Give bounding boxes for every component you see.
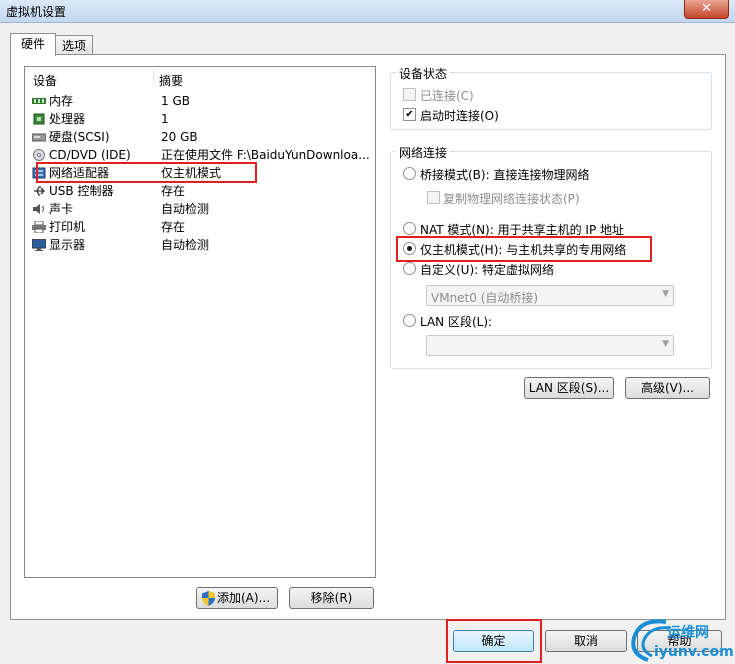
highlight-network-adapter bbox=[36, 162, 257, 183]
device-summary: 存在 bbox=[161, 220, 186, 234]
processor-icon bbox=[33, 113, 45, 125]
watermark-text: 运维网 bbox=[667, 625, 709, 641]
device-name: 硬盘(SCSI) bbox=[49, 130, 110, 144]
printer-icon bbox=[32, 221, 46, 233]
close-button[interactable]: ✕ bbox=[684, 0, 729, 19]
connected-checkbox[interactable] bbox=[403, 88, 416, 101]
device-row-sound-card[interactable]: 声卡 自动检测 bbox=[29, 200, 369, 218]
device-row-usb[interactable]: USB 控制器 存在 bbox=[29, 182, 369, 200]
custom-network-select[interactable]: VMnet0 (自动桥接) ▼ bbox=[426, 285, 674, 306]
network-connection-title: 网络连接 bbox=[396, 144, 451, 161]
device-status-title: 设备状态 bbox=[396, 65, 451, 82]
device-summary: 1 bbox=[161, 112, 169, 126]
watermark-domain: iyunv.com bbox=[654, 644, 734, 660]
chevron-down-icon: ▼ bbox=[662, 289, 669, 299]
remove-button[interactable]: 移除(R) bbox=[289, 587, 374, 609]
header-divider bbox=[153, 69, 154, 85]
device-name: 打印机 bbox=[49, 220, 86, 234]
connect-at-power-on-label: 启动时连接(O) bbox=[420, 109, 499, 123]
device-summary: 自动检测 bbox=[161, 238, 210, 252]
device-list[interactable]: 设备 摘要 内存 1 GB 处理器 1 硬盘(SCSI) 20 GB CD/DV… bbox=[24, 66, 376, 578]
vm-settings-window: 虚拟机设置 ✕ 硬件 选项 设备 摘要 内存 1 GB 处理器 1 硬盘(SCS… bbox=[0, 0, 735, 664]
tab-hardware[interactable]: 硬件 bbox=[10, 33, 56, 56]
window-title: 虚拟机设置 bbox=[6, 5, 67, 19]
add-button-label: 添加(A)... bbox=[217, 591, 271, 605]
device-name: 显示器 bbox=[49, 238, 86, 252]
tab-options[interactable]: 选项 bbox=[55, 35, 93, 56]
device-summary: 自动检测 bbox=[161, 202, 210, 216]
connect-at-power-on-checkbox[interactable]: ✔ bbox=[403, 108, 416, 121]
lan-segment-select[interactable]: ▼ bbox=[426, 335, 674, 356]
bridged-label: 桥接模式(B): 直接连接物理网络 bbox=[420, 168, 590, 182]
replicate-state-checkbox[interactable] bbox=[427, 191, 440, 204]
display-icon bbox=[32, 239, 46, 251]
custom-network-value: VMnet0 (自动桥接) bbox=[431, 291, 539, 305]
device-name: 声卡 bbox=[49, 202, 74, 216]
column-header-device[interactable]: 设备 bbox=[33, 72, 57, 89]
column-header-summary[interactable]: 摘要 bbox=[159, 72, 183, 89]
cd-dvd-icon bbox=[33, 149, 45, 161]
usb-icon bbox=[34, 186, 45, 196]
lan-segment-label: LAN 区段(L): bbox=[420, 315, 493, 329]
custom-radio[interactable] bbox=[403, 262, 416, 275]
hard-disk-icon bbox=[32, 133, 46, 142]
highlight-host-only bbox=[396, 236, 652, 262]
device-summary: 20 GB bbox=[161, 130, 198, 144]
replicate-state-label: 复制物理网络连接状态(P) bbox=[443, 192, 580, 206]
nat-radio[interactable] bbox=[403, 222, 416, 235]
device-row-processor[interactable]: 处理器 1 bbox=[29, 110, 369, 128]
lan-segments-button[interactable]: LAN 区段(S)... bbox=[524, 377, 614, 399]
device-row-display[interactable]: 显示器 自动检测 bbox=[29, 236, 369, 254]
device-name: 内存 bbox=[49, 94, 74, 108]
add-button[interactable]: 添加(A)... bbox=[196, 587, 278, 609]
advanced-button[interactable]: 高级(V)... bbox=[625, 377, 710, 399]
lan-segment-radio[interactable] bbox=[403, 314, 416, 327]
sound-card-icon bbox=[33, 204, 44, 214]
device-name: 处理器 bbox=[49, 112, 86, 126]
bridged-radio[interactable] bbox=[403, 167, 416, 180]
device-summary: 1 GB bbox=[161, 94, 190, 108]
shield-icon bbox=[202, 591, 215, 606]
device-row-memory[interactable]: 内存 1 GB bbox=[29, 92, 369, 110]
chevron-down-icon: ▼ bbox=[662, 339, 669, 349]
connected-label: 已连接(C) bbox=[420, 89, 474, 103]
device-row-hard-disk[interactable]: 硬盘(SCSI) 20 GB bbox=[29, 128, 369, 146]
memory-icon bbox=[32, 98, 46, 104]
close-icon: ✕ bbox=[701, 1, 712, 16]
custom-label: 自定义(U): 特定虚拟网络 bbox=[420, 263, 555, 277]
device-row-printer[interactable]: 打印机 存在 bbox=[29, 218, 369, 236]
device-summary: 存在 bbox=[161, 184, 186, 198]
device-name: USB 控制器 bbox=[49, 184, 114, 198]
cancel-button[interactable]: 取消 bbox=[545, 630, 627, 652]
highlight-ok-button bbox=[446, 619, 542, 663]
title-bar: 虚拟机设置 ✕ bbox=[0, 0, 735, 23]
